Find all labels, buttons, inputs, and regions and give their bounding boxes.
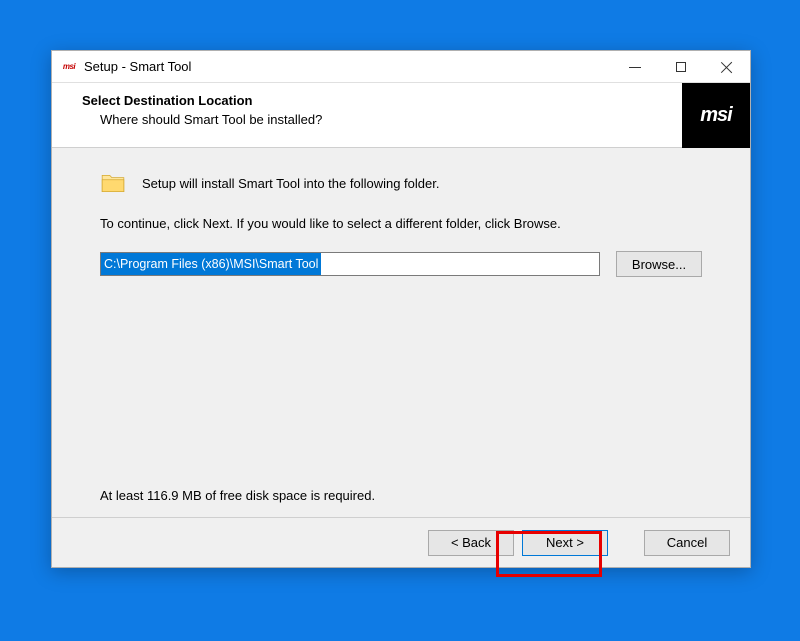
window-title: Setup - Smart Tool [84, 59, 612, 74]
destination-path-text: C:\Program Files (x86)\MSI\Smart Tool [101, 253, 321, 275]
titlebar: msi Setup - Smart Tool [52, 51, 750, 83]
cancel-button[interactable]: Cancel [644, 530, 730, 556]
install-folder-label: Setup will install Smart Tool into the f… [142, 176, 439, 191]
setup-window: msi Setup - Smart Tool Select Destinatio… [51, 50, 751, 568]
brand-logo: msi [682, 83, 750, 148]
wizard-header: Select Destination Location Where should… [52, 83, 750, 148]
maximize-button[interactable] [658, 51, 704, 83]
close-button[interactable] [704, 51, 750, 83]
folder-icon [100, 172, 126, 194]
back-button[interactable]: < Back [428, 530, 514, 556]
instruction-text: To continue, click Next. If you would li… [100, 216, 702, 231]
page-title: Select Destination Location [82, 93, 682, 108]
page-subtitle: Where should Smart Tool be installed? [82, 112, 682, 127]
wizard-footer: < Back Next > Cancel [52, 517, 750, 567]
destination-path-input[interactable]: C:\Program Files (x86)\MSI\Smart Tool [100, 252, 600, 276]
browse-button[interactable]: Browse... [616, 251, 702, 277]
next-button[interactable]: Next > [522, 530, 608, 556]
app-icon: msi [60, 60, 78, 74]
window-controls [612, 51, 750, 82]
minimize-button[interactable] [612, 51, 658, 83]
disk-space-label: At least 116.9 MB of free disk space is … [100, 488, 375, 503]
wizard-content: Setup will install Smart Tool into the f… [52, 148, 750, 517]
